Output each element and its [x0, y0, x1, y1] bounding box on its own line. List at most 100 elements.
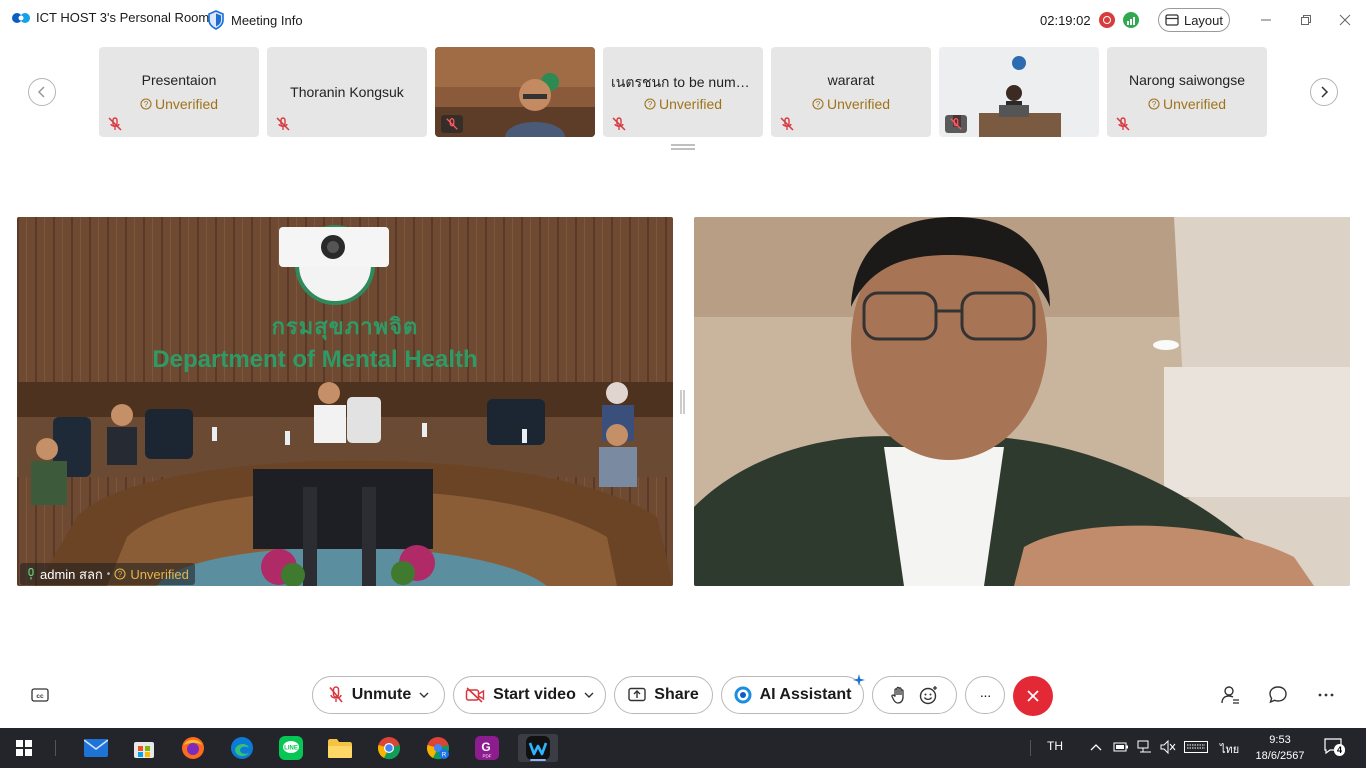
reactions-button-group[interactable] [872, 676, 957, 714]
layout-button[interactable]: Layout [1158, 8, 1230, 32]
room-title-group: ICT HOST 3's Personal Room [12, 10, 209, 25]
share-button[interactable]: Share [614, 676, 713, 714]
close-icon [1339, 14, 1351, 26]
taskbar-chrome-profile[interactable]: R [424, 734, 452, 762]
participant-tile[interactable]: Narong saiwongse ? Unverified [1107, 47, 1267, 137]
chevron-right-icon [1321, 86, 1329, 98]
participant-tile[interactable]: wararat ? Unverified [771, 47, 931, 137]
svg-text:?: ? [118, 570, 123, 579]
sign-thai-text: กรมสุขภาพจิต [271, 314, 419, 339]
ime-indicator[interactable]: ไทย [1220, 740, 1239, 758]
restore-icon [1301, 15, 1311, 25]
mic-muted-icon [446, 118, 458, 130]
clock[interactable]: 9:53 18/6/2567 [1254, 732, 1306, 764]
participant-tile[interactable]: เนตรชนก to be numb... ? Unverified [603, 47, 763, 137]
network-icon[interactable] [1137, 740, 1153, 754]
leave-meeting-button[interactable] [1013, 676, 1053, 716]
participant-tile[interactable]: Presentaion ? Unverified [99, 47, 259, 137]
start-video-button[interactable]: Start video [453, 676, 606, 714]
video-splitter-handle[interactable] [680, 390, 685, 414]
meeting-info-button[interactable]: Meeting Info [207, 10, 303, 30]
taskbar-webex[interactable] [518, 734, 558, 762]
mic-muted-badge [945, 115, 967, 133]
mic-muted-badge [441, 115, 463, 133]
line-app-icon: LINE [279, 736, 303, 760]
start-button[interactable] [10, 734, 38, 762]
room-title: ICT HOST 3's Personal Room [36, 10, 210, 25]
svg-text:?: ? [1152, 100, 1157, 109]
mic-muted-icon [108, 117, 122, 131]
mic-active-icon [28, 568, 34, 580]
filmstrip-prev-button[interactable] [28, 78, 56, 106]
ai-assistant-label: AI Assistant [759, 686, 852, 703]
closed-captions-icon: cc [31, 688, 49, 702]
speaker-status: Unverified [130, 566, 189, 582]
more-options-button[interactable]: ··· [965, 676, 1005, 714]
notification-count: 4 [1334, 744, 1346, 756]
svg-text:?: ? [144, 100, 149, 109]
volume-muted-icon[interactable] [1160, 740, 1176, 754]
taskbar-store[interactable] [130, 734, 158, 762]
mic-muted-icon [950, 118, 962, 130]
participant-tile[interactable]: Thoranin Kongsuk [267, 47, 427, 137]
taskbar-file-explorer[interactable] [326, 734, 354, 762]
chevron-down-icon [419, 692, 429, 698]
participant-name: เนตรชนก to be numb... [611, 74, 756, 90]
minimize-button[interactable] [1256, 10, 1276, 30]
webex-logo-icon [12, 12, 30, 23]
layout-label: Layout [1183, 12, 1224, 28]
title-bar: ICT HOST 3's Personal Room Meeting Info … [0, 0, 1366, 40]
input-language[interactable]: TH [1047, 739, 1063, 753]
filmstrip-next-button[interactable] [1310, 78, 1338, 106]
tray-separator [1030, 740, 1031, 756]
keyboard-icon[interactable] [1184, 741, 1208, 753]
verification-status: ? Unverified [1107, 96, 1267, 112]
active-app-indicator [530, 759, 546, 761]
restore-button[interactable] [1296, 10, 1316, 30]
pdf-app-icon: GPDF [475, 736, 499, 760]
verification-status: ? Unverified [603, 96, 763, 112]
panel-more-button[interactable] [1315, 684, 1337, 706]
battery-icon[interactable] [1113, 741, 1129, 753]
taskbar-chrome[interactable] [375, 734, 403, 762]
filmstrip-resize-handle[interactable] [671, 144, 695, 150]
notification-center-button[interactable]: 4 [1324, 738, 1346, 758]
chevron-down-icon [584, 692, 594, 698]
more-horizontal-icon [1318, 693, 1334, 697]
svg-text:R: R [442, 753, 447, 759]
taskbar-mail[interactable] [82, 734, 110, 762]
mic-muted-icon [1116, 117, 1130, 131]
taskbar-line[interactable]: LINE [277, 734, 305, 762]
mic-muted-icon [612, 117, 626, 131]
participant-video-tile[interactable] [939, 47, 1099, 137]
main-video-right[interactable] [694, 217, 1350, 586]
taskbar-separator [55, 740, 56, 756]
unmute-button[interactable]: Unmute [312, 676, 445, 714]
participant-video-tile[interactable] [435, 47, 595, 137]
separator-dot: • [106, 568, 111, 580]
participant-name: Thoranin Kongsuk [290, 84, 404, 100]
recording-icon[interactable] [1099, 12, 1115, 28]
svg-text:?: ? [816, 100, 821, 109]
question-circle-icon: ? [140, 98, 152, 110]
mic-muted-icon [780, 117, 794, 131]
main-video-left[interactable]: กรมสุขภาพจิต Department of Mental Health [17, 217, 673, 586]
close-window-button[interactable] [1335, 10, 1355, 30]
chat-button[interactable] [1267, 684, 1289, 706]
chat-icon [1269, 686, 1287, 704]
signal-strength-icon[interactable] [1123, 12, 1139, 28]
wall-sign: กรมสุขภาพจิต Department of Mental Health [17, 309, 673, 374]
taskbar-edge[interactable] [228, 734, 256, 762]
taskbar-pdf-app[interactable]: G PDF [473, 734, 501, 762]
taskbar-firefox[interactable] [179, 734, 207, 762]
participant-name: wararat [827, 72, 875, 88]
emoji-reaction-icon[interactable] [919, 685, 939, 705]
question-circle-icon: ? [644, 98, 656, 110]
raise-hand-icon[interactable] [890, 686, 907, 704]
participants-button[interactable] [1219, 684, 1241, 706]
ai-assistant-button[interactable]: AI Assistant [721, 674, 865, 714]
closed-captions-button[interactable]: cc [29, 684, 51, 706]
chevron-up-icon[interactable] [1090, 743, 1102, 751]
participants-icon [1221, 686, 1239, 704]
video-off-icon [465, 687, 485, 703]
